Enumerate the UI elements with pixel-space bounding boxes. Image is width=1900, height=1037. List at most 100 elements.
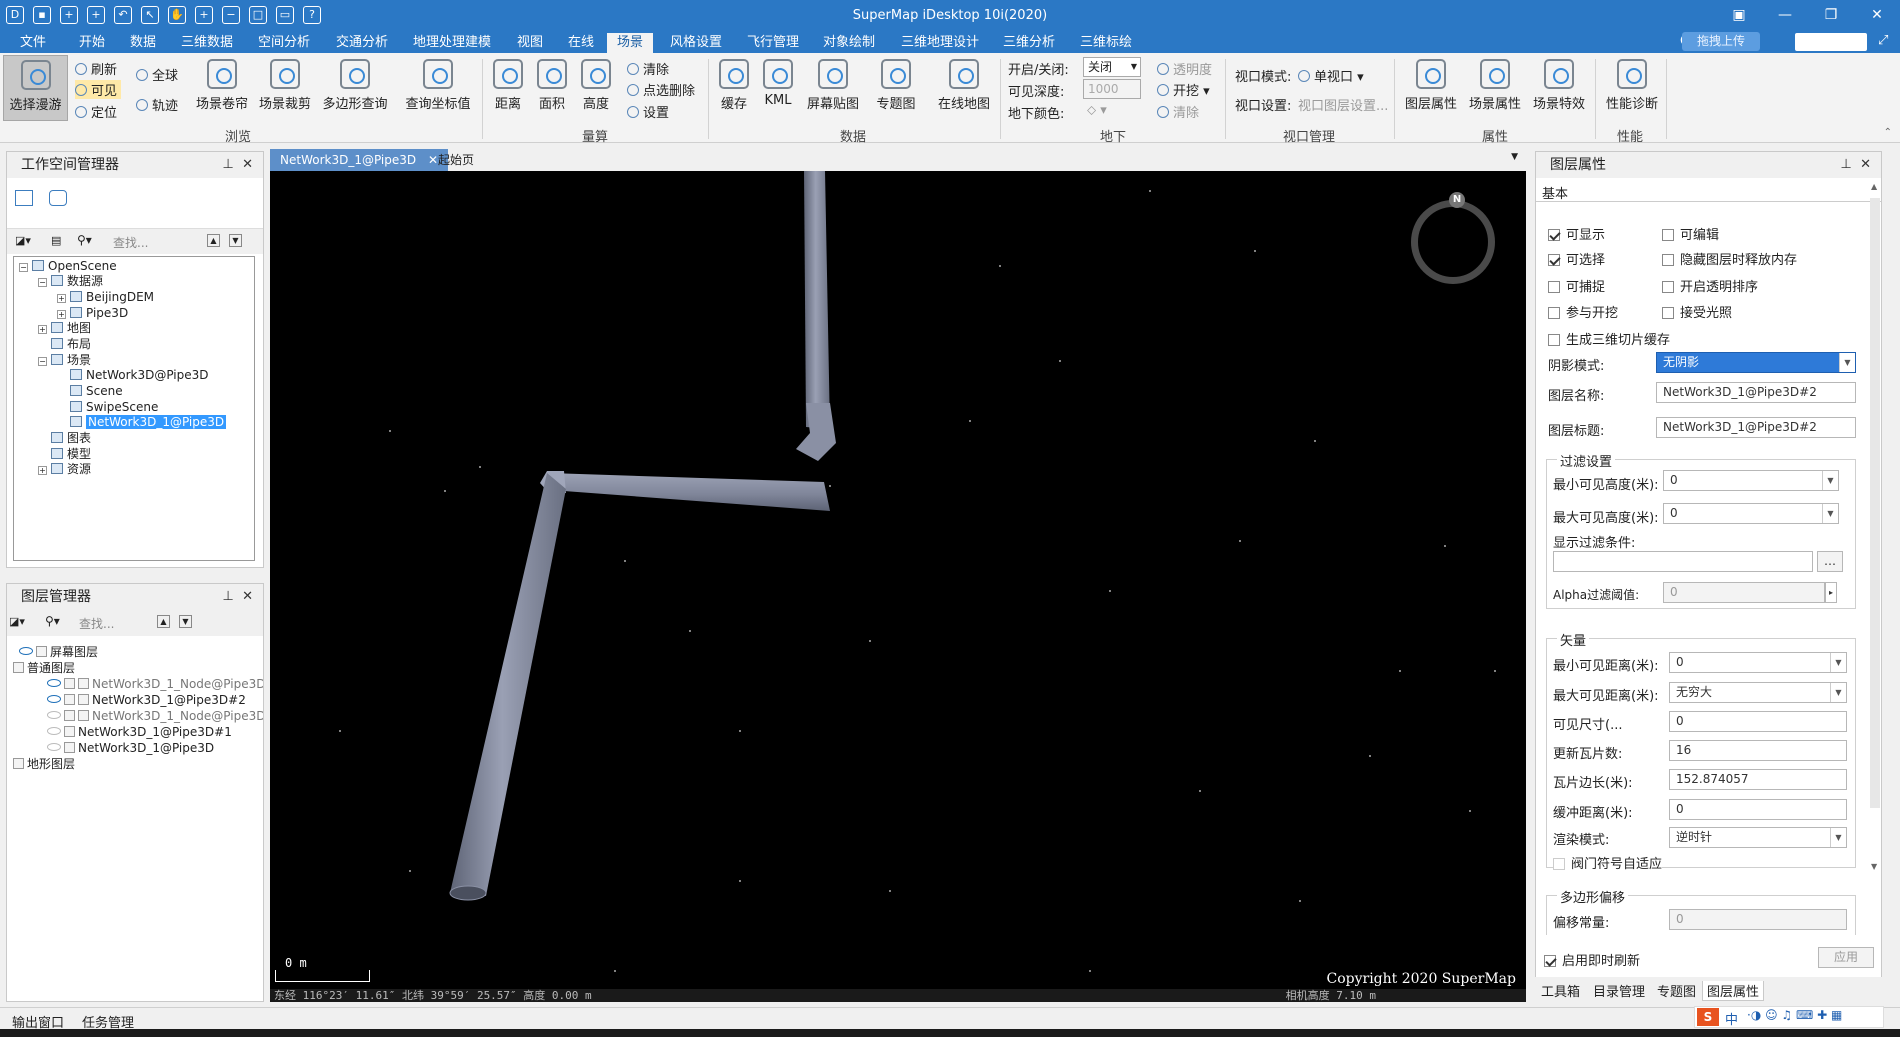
scene-roll-button[interactable]: 场景卷帘 xyxy=(192,59,252,112)
select-roam-button[interactable]: 选择漫游 xyxy=(3,55,68,121)
tree-node[interactable]: NetWork3D@Pipe3D xyxy=(70,368,209,383)
tab-layer-props[interactable]: 图层属性 xyxy=(1702,981,1765,1001)
perf-diagnose-button[interactable]: 性能诊断 xyxy=(1603,59,1661,112)
collapse-ribbon-icon[interactable]: ⌃ xyxy=(1884,127,1892,138)
tree-node[interactable]: 模型 xyxy=(51,447,91,462)
move-down-icon[interactable]: ▼ xyxy=(179,615,192,628)
tree-node[interactable]: Scene xyxy=(70,384,123,399)
receive-light-checkbox[interactable]: 接受光照 xyxy=(1662,302,1732,321)
pipe-segment-vertical[interactable] xyxy=(804,171,830,429)
height-button[interactable]: 高度 xyxy=(578,59,614,112)
menu-geoprocessing[interactable]: 地理处理建模 xyxy=(409,33,495,53)
point-delete-button[interactable]: 点选删除 xyxy=(627,80,695,99)
online-map-button[interactable]: 在线地图 xyxy=(934,59,994,112)
scene-clip-button[interactable]: 场景裁剪 xyxy=(255,59,315,112)
tree-node[interactable]: − OpenScene xyxy=(19,259,117,274)
menu-flight[interactable]: 飞行管理 xyxy=(743,33,803,53)
tree-node[interactable]: SwipeScene xyxy=(70,400,158,415)
resource-view-icon[interactable] xyxy=(49,190,67,206)
menu-style[interactable]: 风格设置 xyxy=(666,33,726,53)
tab-toolbox[interactable]: 工具箱 xyxy=(1541,981,1580,1000)
pipe-elbow-right[interactable] xyxy=(796,403,836,461)
pipe-segment-horizontal[interactable] xyxy=(549,473,830,511)
selectable-checkbox[interactable]: 可选择 xyxy=(1548,249,1605,268)
tree-node[interactable]: + 地图 xyxy=(38,321,91,336)
pipe-end-cap[interactable] xyxy=(449,885,487,901)
menu-traffic-analysis[interactable]: 交通分析 xyxy=(332,33,392,53)
tabs-dropdown-icon[interactable]: ▼ xyxy=(1511,152,1518,162)
menu-3d-design[interactable]: 三维地理设计 xyxy=(897,33,983,53)
menu-start[interactable]: 开始 xyxy=(75,33,109,53)
realtime-refresh-checkbox[interactable]: 启用即时刷新 xyxy=(1544,950,1641,969)
search-icon[interactable]: ⚲▾ xyxy=(45,614,60,628)
viewport-layer-settings-button[interactable]: 视口图层设置... xyxy=(1298,95,1388,114)
locate-button[interactable]: 定位 xyxy=(75,102,117,121)
scene-props-button[interactable]: 场景属性 xyxy=(1466,59,1524,112)
props-tab-basic[interactable]: 基本 xyxy=(1536,180,1881,202)
close-icon[interactable]: ✕ xyxy=(1854,0,1900,31)
panel-pin-close[interactable]: ⊥ ✕ xyxy=(223,152,253,178)
workspace-menu-icon[interactable]: ◪▾ xyxy=(15,234,31,247)
measure-settings-button[interactable]: 设置 xyxy=(627,102,669,121)
expand-icon[interactable]: ⤢ xyxy=(1878,33,1888,48)
panel-pin-close[interactable]: ⊥ ✕ xyxy=(1841,152,1871,178)
tree-node-selected[interactable]: NetWork3D_1@Pipe3D xyxy=(70,415,227,430)
upload-button[interactable]: 拖拽上传 xyxy=(1682,32,1760,51)
layer-search-input[interactable]: 查找... xyxy=(79,615,114,632)
refresh-button[interactable]: 刷新 xyxy=(75,59,117,78)
menu-search-input[interactable] xyxy=(1795,33,1867,51)
thematic-button[interactable]: 专题图 xyxy=(872,59,920,112)
menu-3d-data[interactable]: 三维数据 xyxy=(177,33,237,53)
tile-length-input[interactable]: 152.874057 xyxy=(1669,769,1847,790)
layer-node[interactable]: NetWork3D_1_Node@Pipe3D xyxy=(47,709,263,724)
visible-checkbox[interactable]: 可显示 xyxy=(1548,224,1605,243)
filter-browse-button[interactable]: … xyxy=(1817,551,1843,572)
tab-scene[interactable]: NetWork3D_1@Pipe3D ✕ xyxy=(270,149,449,171)
tree-node[interactable]: 图表 xyxy=(51,431,91,446)
tree-node[interactable]: − 场景 xyxy=(38,353,91,368)
menu-draw[interactable]: 对象绘制 xyxy=(819,33,879,53)
clear-measure-button[interactable]: 清除 xyxy=(627,59,669,78)
scene-viewport[interactable]: N xyxy=(270,171,1526,1002)
release-memory-checkbox[interactable]: 隐藏图层时释放内存 xyxy=(1662,249,1797,268)
layer-props-button[interactable]: 图层属性 xyxy=(1402,59,1460,112)
max-height-input[interactable]: 0 ▼ xyxy=(1663,503,1839,524)
globe-button[interactable]: 全球 xyxy=(136,65,178,84)
layer-node[interactable]: NetWork3D_1_Node@Pipe3D xyxy=(47,677,263,692)
tree-node[interactable]: + Pipe3D xyxy=(57,306,128,321)
layer-name-field[interactable]: NetWork3D_1@Pipe3D#2 xyxy=(1656,382,1856,403)
viewport-mode-select[interactable]: 单视口 ▾ xyxy=(1298,66,1364,85)
visible-size-input[interactable]: 0 xyxy=(1669,711,1847,732)
tab-catalog[interactable]: 目录管理 xyxy=(1593,981,1645,1000)
layer-menu-icon[interactable]: ◪▾ xyxy=(9,615,25,628)
cache-button[interactable]: 缓存 xyxy=(716,59,752,112)
poly-query-button[interactable]: 多边形查询 xyxy=(318,59,392,112)
layer-node[interactable]: NetWork3D_1@Pipe3D#1 xyxy=(47,725,232,740)
shadow-select[interactable]: 无阴影 ▼ xyxy=(1656,352,1856,373)
color-picker-icon[interactable]: ⬦ ▾ xyxy=(1087,103,1107,118)
layer-node[interactable]: 普通图层 xyxy=(13,661,75,676)
kml-button[interactable]: KML xyxy=(760,59,796,108)
tree-view-icon[interactable] xyxy=(15,190,33,206)
locate-node-icon[interactable]: ▤ xyxy=(51,234,61,247)
layer-node[interactable]: 屏幕图层 xyxy=(19,645,98,660)
menu-online[interactable]: 在线 xyxy=(564,33,598,53)
distance-button[interactable]: 距离 xyxy=(490,59,526,112)
menu-3d-analysis[interactable]: 三维分析 xyxy=(999,33,1059,53)
panel-pin-close[interactable]: ⊥ ✕ xyxy=(223,584,253,610)
menu-spatial-analysis[interactable]: 空间分析 xyxy=(254,33,314,53)
tree-node[interactable]: 布局 xyxy=(51,337,91,352)
layer-node[interactable]: NetWork3D_1@Pipe3D xyxy=(47,741,214,756)
apply-button[interactable]: 应用 xyxy=(1818,947,1874,968)
tree-node[interactable]: + 资源 xyxy=(38,462,91,477)
alpha-spin-icon[interactable]: ▸ xyxy=(1825,582,1837,603)
ime-toolbar[interactable]: S 中 ·◑ ☺ ♫ ⌨ ✚ ▦ xyxy=(1694,1006,1884,1028)
alpha-input[interactable]: 0 xyxy=(1663,582,1825,603)
gen-cache-checkbox[interactable]: 生成三维切片缓存 xyxy=(1548,329,1670,348)
editable-checkbox[interactable]: 可编辑 xyxy=(1662,224,1719,243)
layer-node[interactable]: 地形图层 xyxy=(13,757,75,772)
tab-start-page[interactable]: 起始页 xyxy=(428,149,484,171)
tile-count-input[interactable]: 16 xyxy=(1669,740,1847,761)
pipe-segment-diagonal[interactable] xyxy=(450,473,566,896)
snappable-checkbox[interactable]: 可捕捉 xyxy=(1548,276,1605,295)
